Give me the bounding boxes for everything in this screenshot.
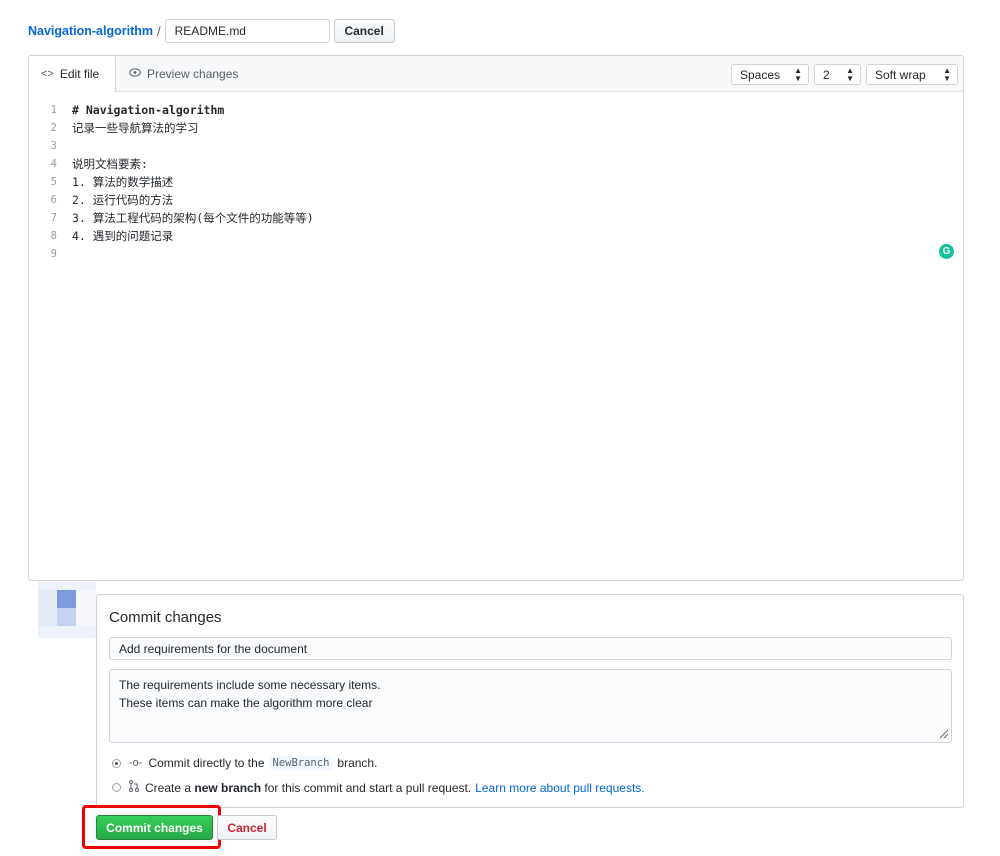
line-text: # Navigation-algorithm (72, 103, 225, 117)
new-branch-radio[interactable] (112, 783, 121, 792)
indent-size-select[interactable]: 2 ▲ ▼ (814, 64, 861, 85)
commit-direct-suffix: branch. (337, 756, 378, 770)
line-number: 3 (50, 140, 57, 152)
line-text (57, 245, 72, 263)
line-number: 5 (50, 176, 57, 188)
select-arrows-icon: ▲ ▼ (943, 65, 951, 83)
select-arrows-icon: ▲ ▼ (794, 65, 802, 83)
description-line: The requirements include some necessary … (119, 678, 381, 692)
commit-title: Commit changes (109, 609, 222, 626)
repo-link[interactable]: Navigation-algorithm (28, 24, 153, 38)
line-text: 2. 运行代码的方法 (72, 193, 174, 207)
code-line: 7 3. 算法工程代码的架构(每个文件的功能等等) (29, 209, 963, 227)
indent-mode-value: Spaces (740, 67, 781, 82)
commit-direct-radio[interactable] (112, 758, 121, 768)
commit-icon: -o- (129, 757, 143, 769)
code-line: 2 记录一些导航算法的学习 (29, 119, 963, 137)
new-branch-suffix: for this commit and start a pull request… (264, 780, 472, 795)
learn-more-link[interactable]: Learn more about pull requests. (475, 781, 644, 795)
line-number: 6 (50, 194, 57, 206)
eye-icon (129, 67, 141, 80)
new-branch-option[interactable]: Create a new branch for this commit and … (112, 780, 645, 795)
line-number: 9 (50, 248, 57, 260)
branch-name: NewBranch (268, 756, 334, 770)
breadcrumb: Navigation-algorithm / Cancel (28, 19, 395, 43)
commit-changes-button[interactable]: Commit changes (96, 815, 213, 840)
code-line: 3 (29, 137, 963, 155)
cancel-edit-button[interactable]: Cancel (333, 19, 395, 43)
indent-size-value: 2 (823, 67, 830, 82)
tab-edit-file-label: Edit file (59, 67, 100, 81)
code-line: 4 说明文档要素: (29, 155, 963, 173)
line-number: 8 (50, 230, 57, 242)
wrap-mode-value: Soft wrap (875, 67, 926, 82)
code-icon: <> (41, 68, 54, 80)
line-text: 记录一些导航算法的学习 (72, 121, 199, 135)
line-number: 1 (50, 104, 57, 116)
commit-description-input[interactable]: The requirements include some necessary … (109, 669, 952, 743)
new-branch-bold: new branch (194, 780, 262, 795)
code-line: 5 1. 算法的数学描述 (29, 173, 963, 191)
code-line: 6 2. 运行代码的方法 (29, 191, 963, 209)
tab-preview-changes[interactable]: Preview changes (117, 55, 250, 92)
line-text (57, 137, 72, 155)
path-separator: / (157, 23, 161, 39)
commit-direct-prefix: Commit directly to the (148, 756, 265, 770)
code-area[interactable]: 1 # Navigation-algorithm 2 记录一些导航算法的学习 3… (29, 93, 963, 263)
line-text: 1. 算法的数学描述 (72, 175, 174, 189)
tab-edit-file[interactable]: <> Edit file (28, 55, 116, 92)
cancel-commit-button[interactable]: Cancel (217, 815, 277, 840)
line-number: 4 (50, 158, 57, 170)
line-text: 3. 算法工程代码的架构(每个文件的功能等等) (72, 211, 314, 225)
code-line: 8 4. 遇到的问题记录 (29, 227, 963, 245)
grammarly-icon[interactable]: G (939, 244, 954, 259)
commit-summary-input[interactable] (109, 637, 952, 660)
line-number: 2 (50, 122, 57, 134)
editor-toolbar: <> Edit file Preview changes Spaces ▲ ▼ 2… (28, 55, 963, 92)
commit-direct-option[interactable]: -o- Commit directly to the NewBranch bra… (112, 756, 377, 770)
line-number: 7 (50, 212, 57, 224)
commit-panel: Commit changes The requirements include … (96, 594, 964, 808)
indent-mode-select[interactable]: Spaces ▲ ▼ (731, 64, 809, 85)
resize-grip-icon[interactable] (939, 729, 949, 739)
description-line: These items can make the algorithm more … (119, 696, 373, 710)
new-branch-prefix: Create a (145, 780, 192, 795)
file-editor: <> Edit file Preview changes Spaces ▲ ▼ 2… (28, 55, 964, 581)
avatar (38, 578, 96, 642)
select-arrows-icon: ▲ ▼ (846, 65, 854, 83)
code-line: 9 (29, 245, 963, 263)
tab-preview-changes-label: Preview changes (147, 66, 239, 81)
code-line: 1 # Navigation-algorithm (29, 101, 963, 119)
line-text: 说明文档要素: (72, 157, 148, 171)
line-text: 4. 遇到的问题记录 (72, 229, 174, 243)
pull-request-icon (129, 780, 139, 795)
wrap-mode-select[interactable]: Soft wrap ▲ ▼ (866, 64, 958, 85)
filename-input[interactable] (164, 19, 330, 43)
